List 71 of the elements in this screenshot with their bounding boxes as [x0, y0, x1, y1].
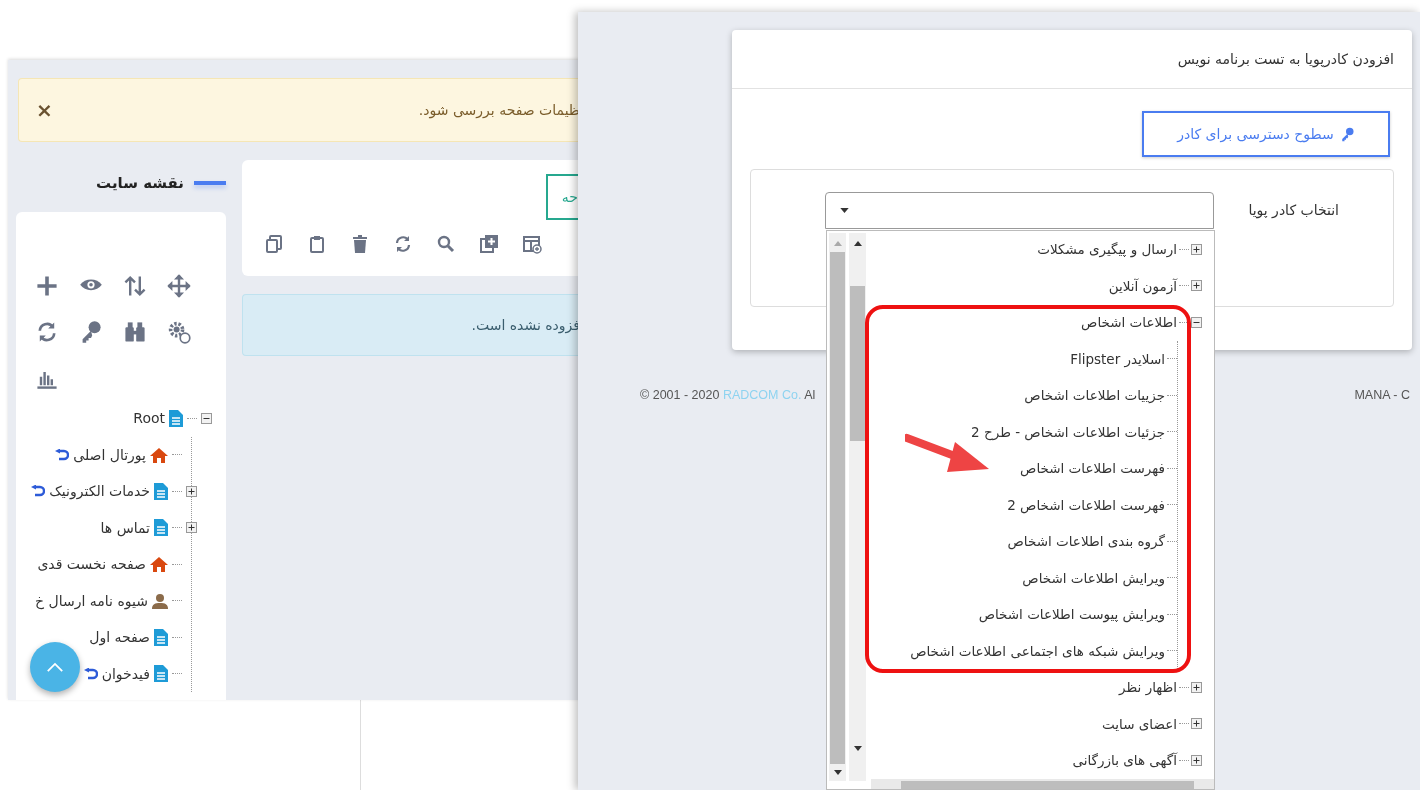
tree-item-label[interactable]: صفحه نخست قدی	[37, 556, 146, 573]
tree-item-label[interactable]: شیوه نامه ارسال خ	[35, 592, 148, 609]
document-icon	[154, 665, 168, 683]
copy-icon[interactable]	[264, 234, 284, 254]
module-option[interactable]: اطلاعات اشخاص	[1081, 314, 1177, 331]
module-option[interactable]: ویرایش شبکه های اجتماعی اطلاعات اشخاص	[910, 642, 1165, 659]
scroll-down-icon[interactable]	[833, 770, 842, 775]
module-option[interactable]: فهرست اطلاعات اشخاص 2	[1007, 496, 1165, 513]
alert-text: ظیمات صفحه بررسی شود.	[418, 102, 580, 118]
sort-arrows-icon[interactable]	[123, 274, 147, 298]
title-accent-bar	[194, 181, 226, 185]
user-icon	[152, 592, 168, 609]
expand-toggle[interactable]	[1191, 718, 1202, 730]
module-select[interactable]	[825, 192, 1214, 229]
close-button[interactable]: ×	[36, 98, 53, 122]
module-option[interactable]: اعضای سایت	[1102, 715, 1177, 732]
move-arrows-icon[interactable]	[167, 274, 191, 298]
add-table-icon[interactable]	[522, 234, 542, 254]
gear-icon[interactable]	[167, 320, 191, 344]
tree-item-label[interactable]: تماس ها	[100, 519, 150, 536]
refresh-icon[interactable]	[393, 234, 413, 254]
search-icon[interactable]	[436, 234, 456, 254]
expand-toggle[interactable]	[186, 522, 197, 534]
tree-item-label[interactable]: Root	[133, 410, 165, 427]
tree-item-label[interactable]: خدمات الکترونیک	[49, 483, 150, 500]
scrollbar[interactable]	[829, 233, 846, 781]
module-option[interactable]: آزمون آنلاین	[1108, 277, 1177, 294]
module-option[interactable]: ویرایش اطلاعات اشخاص	[1022, 569, 1165, 586]
access-levels-button[interactable]: سطوح دسترسی برای کادر	[1142, 111, 1390, 157]
copyright-text: © 2001 - 2020 RADCOM Co. Al	[640, 388, 816, 402]
expand-toggle[interactable]	[1191, 280, 1202, 292]
document-icon	[154, 519, 168, 537]
scroll-down-icon[interactable]	[853, 746, 862, 751]
collapse-toggle[interactable]	[1191, 316, 1202, 328]
tree-item-label[interactable]: صفحه اول	[89, 629, 150, 646]
clipboard-icon[interactable]	[307, 234, 327, 254]
home-icon	[150, 556, 168, 573]
module-option[interactable]: جزئیات اطلاعات اشخاص - طرح 2	[971, 423, 1165, 440]
scroll-up-icon[interactable]	[853, 241, 862, 246]
add-page-icon[interactable]	[479, 234, 499, 254]
collapse-toggle[interactable]	[201, 412, 212, 424]
sitemap-title: نقشه سایت	[96, 174, 184, 192]
tree-item-label[interactable]: پورتال اصلی	[73, 446, 146, 463]
key-icon	[1339, 126, 1355, 142]
chevron-up-icon	[46, 661, 64, 673]
module-option[interactable]: اسلایدر Flipster	[1070, 350, 1165, 367]
trash-icon[interactable]	[350, 234, 370, 254]
binoculars-icon[interactable]	[123, 320, 147, 344]
dialog-title: افزودن کادرپویا به تست برنامه نویس	[1177, 51, 1394, 67]
expand-toggle[interactable]	[1191, 754, 1202, 766]
module-option[interactable]: آگهی های بازرگانی	[1072, 752, 1177, 769]
expand-toggle[interactable]	[1191, 681, 1202, 693]
document-icon	[169, 409, 183, 427]
plus-icon[interactable]	[35, 274, 59, 298]
tree-item-label[interactable]: فیدخوان	[101, 665, 150, 682]
brand-text: MANA - C	[1354, 388, 1410, 402]
caret-icon	[840, 208, 849, 213]
expand-toggle[interactable]	[1191, 243, 1202, 255]
horizontal-scrollbar[interactable]	[871, 779, 1214, 789]
module-option[interactable]: گروه بندی اطلاعات اشخاص	[1007, 533, 1165, 550]
module-option[interactable]: جزیيات اطلاعات اشخاص	[1024, 387, 1165, 404]
document-icon	[154, 628, 168, 646]
module-option[interactable]: ارسال و پیگیری مشکلات	[1037, 241, 1177, 258]
module-option[interactable]: اظهار نظر	[1119, 679, 1177, 696]
module-option[interactable]: فهرست اطلاعات اشخاص	[1020, 460, 1165, 477]
expand-toggle[interactable]	[186, 485, 197, 497]
module-option[interactable]: ویرایش پیوست اطلاعات اشخاص	[978, 606, 1165, 623]
field-label: انتخاب کادر پویا	[1247, 201, 1339, 221]
document-icon	[154, 482, 168, 500]
home-icon	[150, 446, 168, 463]
scrollbar[interactable]	[849, 233, 866, 781]
